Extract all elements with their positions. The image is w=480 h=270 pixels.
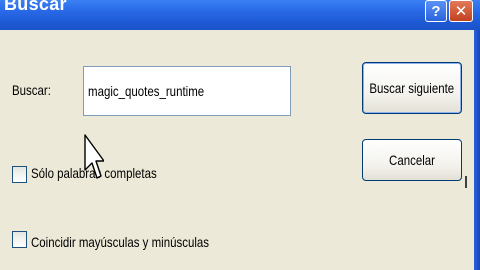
close-icon: ✕ xyxy=(454,3,468,20)
window-frame-right xyxy=(474,30,480,270)
find-next-button[interactable]: Buscar siguiente xyxy=(362,62,462,114)
dialog-title: Buscar xyxy=(4,0,67,14)
match-case-checkbox[interactable] xyxy=(12,231,27,248)
search-input-value: magic_quotes_runtime xyxy=(88,83,205,99)
help-button[interactable]: ? xyxy=(425,0,447,22)
match-case-label[interactable]: Coincidir mayúsculas y minúsculas xyxy=(31,234,209,250)
find-next-label: Buscar siguiente xyxy=(369,80,455,96)
find-dialog: Buscar ? ✕ Buscar: magic_quotes_runtime … xyxy=(0,0,480,270)
mouse-pointer-icon xyxy=(84,134,104,179)
cancel-label: Cancelar xyxy=(389,152,435,168)
help-icon: ? xyxy=(431,2,441,20)
title-bar[interactable]: Buscar ? ✕ xyxy=(0,0,480,30)
edge-mark xyxy=(465,176,467,188)
cancel-button[interactable]: Cancelar xyxy=(362,139,462,181)
close-button[interactable]: ✕ xyxy=(449,0,473,22)
search-label: Buscar: xyxy=(12,82,51,98)
search-input[interactable]: magic_quotes_runtime xyxy=(83,66,291,116)
whole-words-checkbox[interactable] xyxy=(12,166,27,183)
